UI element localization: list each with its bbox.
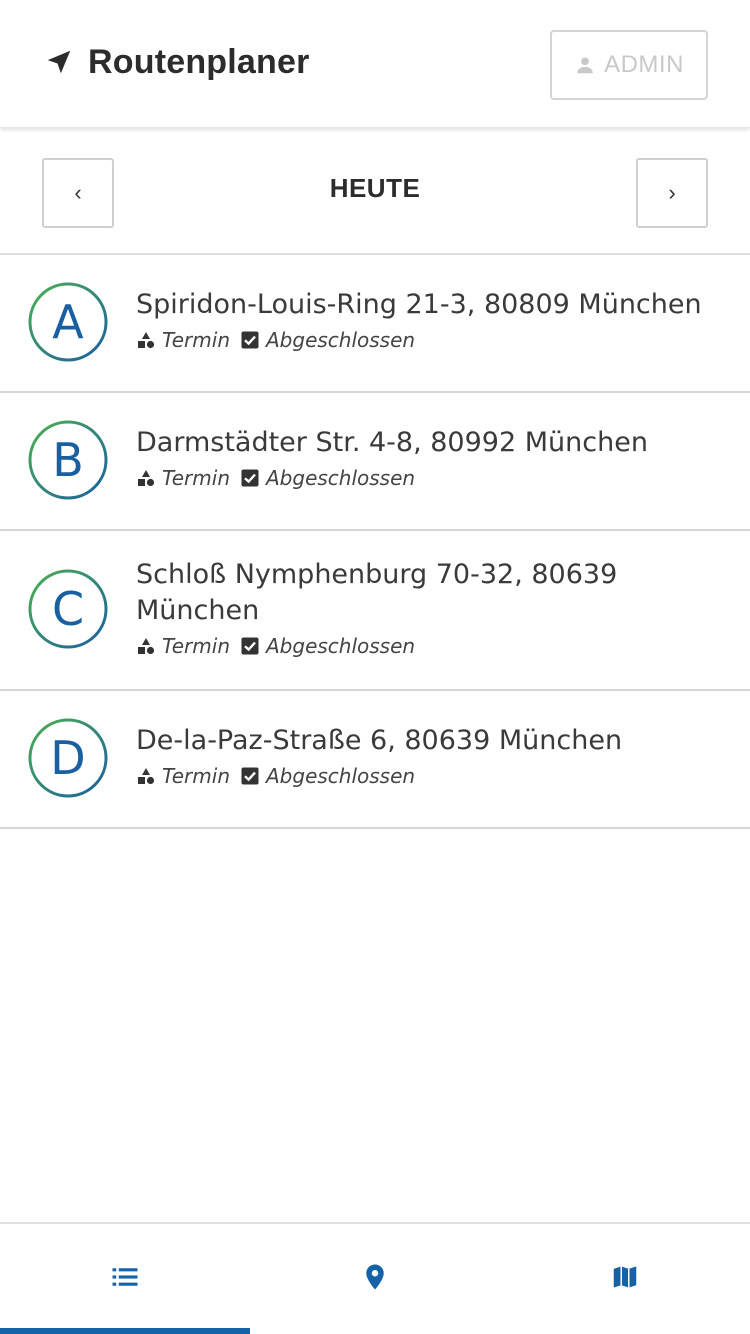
navigation-arrow-icon bbox=[44, 47, 74, 77]
tab-map[interactable] bbox=[500, 1224, 750, 1334]
stop-address: Spiridon-Louis-Ring 21-3, 80809 München bbox=[136, 289, 702, 320]
map-pin-icon bbox=[360, 1262, 390, 1297]
date-navigation: ‹ HEUTE › bbox=[0, 129, 750, 255]
next-day-button[interactable]: › bbox=[636, 158, 708, 228]
chevron-right-icon: › bbox=[668, 180, 676, 205]
tab-location[interactable] bbox=[250, 1224, 500, 1334]
tab-list[interactable] bbox=[0, 1224, 250, 1334]
stop-list-item[interactable]: A Spiridon-Louis-Ring 21-3, 80809 Münche… bbox=[0, 255, 750, 393]
stop-type-label: Termin bbox=[162, 466, 230, 490]
stop-type-label: Termin bbox=[162, 764, 230, 788]
admin-button-label: ADMIN bbox=[604, 51, 684, 78]
stop-meta: Termin Abgeschlossen bbox=[136, 761, 720, 791]
current-date-label: HEUTE bbox=[329, 173, 421, 203]
stop-type-label: Termin bbox=[162, 328, 230, 352]
shapes-icon bbox=[136, 636, 156, 656]
chevron-left-icon: ‹ bbox=[74, 180, 82, 205]
stop-status-label: Abgeschlossen bbox=[266, 328, 416, 352]
checkbox-checked-icon bbox=[240, 766, 260, 786]
checkbox-checked-icon bbox=[240, 330, 260, 350]
brand: Routenplaner bbox=[44, 40, 310, 84]
stop-address: De-la-Paz-Straße 6, 80639 München bbox=[136, 725, 623, 756]
person-icon bbox=[574, 54, 596, 76]
stop-list-item[interactable]: C Schloß Nymphenburg 70-32, 80639 Münche… bbox=[0, 531, 750, 691]
stop-letter-badge: A bbox=[28, 282, 108, 362]
stop-letter: D bbox=[50, 731, 85, 785]
checkbox-checked-icon bbox=[240, 468, 260, 488]
stop-list: A Spiridon-Louis-Ring 21-3, 80809 Münche… bbox=[0, 255, 750, 829]
shapes-icon bbox=[136, 468, 156, 488]
stop-letter: A bbox=[52, 295, 84, 349]
shapes-icon bbox=[136, 330, 156, 350]
page-title: Routenplaner bbox=[88, 42, 310, 81]
stop-letter-badge: C bbox=[28, 569, 108, 649]
stop-address: Darmstädter Str. 4-8, 80992 München bbox=[136, 427, 648, 458]
app-header: Routenplaner ADMIN bbox=[0, 0, 750, 128]
stop-letter-badge: B bbox=[28, 420, 108, 500]
admin-button[interactable]: ADMIN bbox=[550, 30, 708, 100]
stop-list-item[interactable]: D De-la-Paz-Straße 6, 80639 München Term… bbox=[0, 691, 750, 829]
list-icon bbox=[110, 1262, 140, 1297]
stop-status-label: Abgeschlossen bbox=[266, 466, 416, 490]
stop-list-item[interactable]: B Darmstädter Str. 4-8, 80992 München Te… bbox=[0, 393, 750, 531]
stop-letter-badge: D bbox=[28, 718, 108, 798]
stop-letter: C bbox=[52, 582, 84, 636]
shapes-icon bbox=[136, 766, 156, 786]
stop-status-label: Abgeschlossen bbox=[266, 634, 416, 658]
stop-meta: Termin Abgeschlossen bbox=[136, 325, 720, 355]
stop-address: Schloß Nymphenburg 70-32, 80639 München bbox=[136, 559, 618, 626]
stop-type-label: Termin bbox=[162, 634, 230, 658]
bottom-navigation bbox=[0, 1222, 750, 1334]
stop-letter: B bbox=[52, 433, 84, 487]
stop-status-label: Abgeschlossen bbox=[266, 764, 416, 788]
stop-meta: Termin Abgeschlossen bbox=[136, 631, 630, 661]
map-icon bbox=[610, 1262, 640, 1297]
previous-day-button[interactable]: ‹ bbox=[42, 158, 114, 228]
checkbox-checked-icon bbox=[240, 636, 260, 656]
stop-meta: Termin Abgeschlossen bbox=[136, 463, 720, 493]
